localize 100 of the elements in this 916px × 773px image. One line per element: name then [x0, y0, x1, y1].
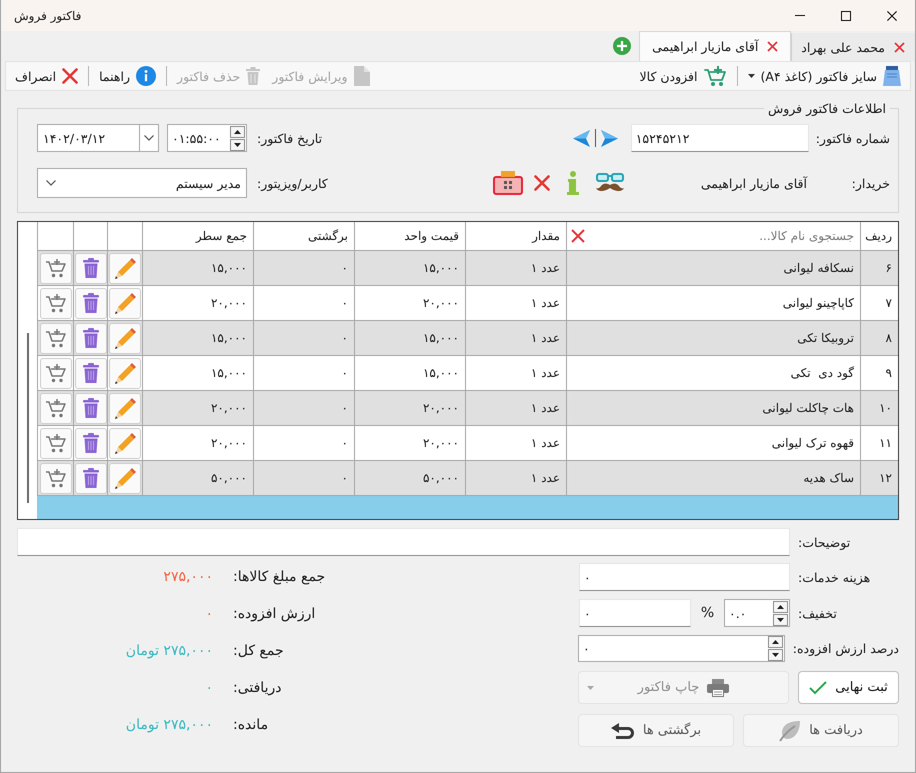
returns-button[interactable]: برگشتی ها [578, 714, 734, 747]
time-spinner[interactable]: ۰۱:۵۵:۰۰ [167, 124, 247, 152]
info-icon [136, 66, 156, 86]
trash-icon [82, 328, 98, 348]
left-triangle-icon[interactable] [572, 130, 590, 146]
help-button[interactable]: راهنما [94, 63, 162, 89]
trash-icon [82, 258, 98, 278]
paper-size-dropdown[interactable]: سایز فاکتور (کاغذ A۴) [742, 63, 906, 89]
table-cell: ۵۰,۰۰۰ [142, 461, 253, 496]
field-label: درصد ارزش افزوده: [792, 641, 899, 656]
finalize-button[interactable]: ثبت نهایی [798, 671, 899, 704]
table-cell: ۰ [253, 391, 354, 426]
document-icon [354, 66, 370, 86]
cart-plus-icon [44, 294, 66, 312]
spin-up-button[interactable] [773, 600, 788, 612]
table-cell: ۲۰,۰۰۰ [354, 391, 465, 426]
search-field[interactable]: جستجوی نام کالا... [589, 225, 856, 247]
field-label: توضیحات: [798, 534, 852, 550]
spin-up-button[interactable] [230, 126, 245, 138]
table-cell: تروبیکا تکی [566, 321, 860, 356]
pencil-icon [114, 398, 136, 418]
cart-plus-icon [704, 66, 727, 86]
down-triangle-icon [234, 142, 241, 146]
cart-plus-icon [44, 468, 66, 488]
table-cell: ۱ عدد [465, 321, 566, 356]
plus-circle-icon[interactable] [613, 37, 632, 55]
pencil-icon [114, 328, 136, 348]
table-cell: ۱۰ [860, 391, 898, 426]
printer-icon [707, 678, 730, 696]
pencil-icon [114, 468, 136, 488]
summary-value: ۰ [204, 606, 213, 622]
cart-plus-icon [44, 364, 66, 382]
table-cell: ۱ عدد [465, 461, 566, 496]
vat-percent-spinner[interactable]: ۰ [578, 635, 785, 662]
close-icon[interactable] [767, 41, 778, 52]
summary-label: جمع مبلغ کالاها: [233, 568, 326, 584]
invoice-number-field[interactable]: ۱۵۲۴۵۲۱۲ [630, 124, 809, 152]
box-icon[interactable] [493, 171, 523, 195]
spin-down-button[interactable] [768, 649, 783, 661]
close-icon [887, 10, 897, 20]
add-item-button[interactable]: افزودن کالا [634, 63, 732, 89]
window-title: فاکتور فروش [13, 8, 82, 22]
pencil-icon [114, 258, 136, 278]
scrollbar-thumb[interactable] [26, 333, 28, 503]
group-title: اطلاعات فاکتور فروش [766, 101, 887, 116]
receipts-button[interactable]: دریافت ها [743, 714, 899, 747]
table-cell: نسکافه لیوانی [566, 251, 860, 286]
right-triangle-icon[interactable] [600, 130, 618, 146]
page-icon [883, 66, 901, 86]
tab[interactable]: آقای مازیار ابراهیمی [639, 31, 792, 61]
trash-icon [82, 433, 98, 453]
minimize-icon [795, 15, 805, 16]
glasses-mustache-icon[interactable] [596, 173, 624, 193]
table-cell: ۱۵,۰۰۰ [142, 321, 253, 356]
tab[interactable]: محمد علی بهراد [791, 33, 915, 61]
trash-icon [82, 293, 98, 313]
discount-percent-spinner[interactable]: ۰.۰ [724, 599, 790, 627]
summary-label: ارزش افزوده: [233, 606, 316, 622]
cart-plus-icon [44, 328, 66, 348]
spin-down-button[interactable] [230, 138, 245, 150]
service-cost-field[interactable]: ۰ [579, 563, 790, 591]
spin-down-button[interactable] [773, 614, 788, 626]
discount-amount-field[interactable]: ۰ [579, 599, 691, 627]
return-arrow-icon [610, 722, 635, 738]
down-triangle-icon [777, 618, 784, 622]
summary-label: جمع کل: [233, 642, 285, 658]
notes-field[interactable] [17, 528, 790, 556]
close-icon[interactable] [894, 42, 905, 53]
percent-sign: % [700, 605, 716, 621]
table-cell: ۱۵,۰۰۰ [354, 251, 465, 286]
summary-value: ۲۷۵,۰۰۰ [162, 568, 213, 584]
field-label: تخفیف: [798, 606, 838, 620]
summary-value: ۲۷۵,۰۰۰ تومان [126, 716, 213, 732]
chevron-down-icon [46, 180, 56, 186]
cancel-button[interactable]: انصراف [10, 63, 84, 89]
table-cell: ۰ [253, 251, 354, 286]
maximize-icon [841, 10, 851, 20]
buyer-name: آقای مازیار ابراهیمی [700, 176, 808, 190]
x-mark-icon[interactable] [534, 175, 550, 191]
table-cell: ۱۵,۰۰۰ [142, 251, 253, 286]
x-mark-icon[interactable] [571, 229, 585, 243]
table-cell: ۵۰,۰۰۰ [354, 461, 465, 496]
field-label: خریدار: [850, 176, 890, 190]
date-dropdown[interactable]: ۱۴۰۲/۰۳/۱۲ [37, 124, 159, 152]
pencil-icon [114, 432, 136, 454]
up-triangle-icon [777, 604, 784, 608]
table-cell: ۶ [860, 251, 898, 286]
field-label: کاربر/ویزیتور: [257, 176, 328, 190]
trash-icon [82, 398, 98, 418]
user-dropdown[interactable]: مدیر سیستم [37, 168, 247, 198]
field-label: شماره فاکتور: [816, 130, 890, 146]
up-triangle-icon [234, 130, 241, 134]
up-triangle-icon [772, 640, 779, 644]
caret-down-icon [587, 686, 594, 690]
cart-plus-icon [44, 258, 66, 278]
table-cell: ۰ [253, 461, 354, 496]
cart-plus-icon [44, 434, 66, 452]
trash-icon [246, 67, 260, 85]
down-triangle-icon [772, 653, 779, 657]
spin-up-button[interactable] [768, 636, 783, 648]
